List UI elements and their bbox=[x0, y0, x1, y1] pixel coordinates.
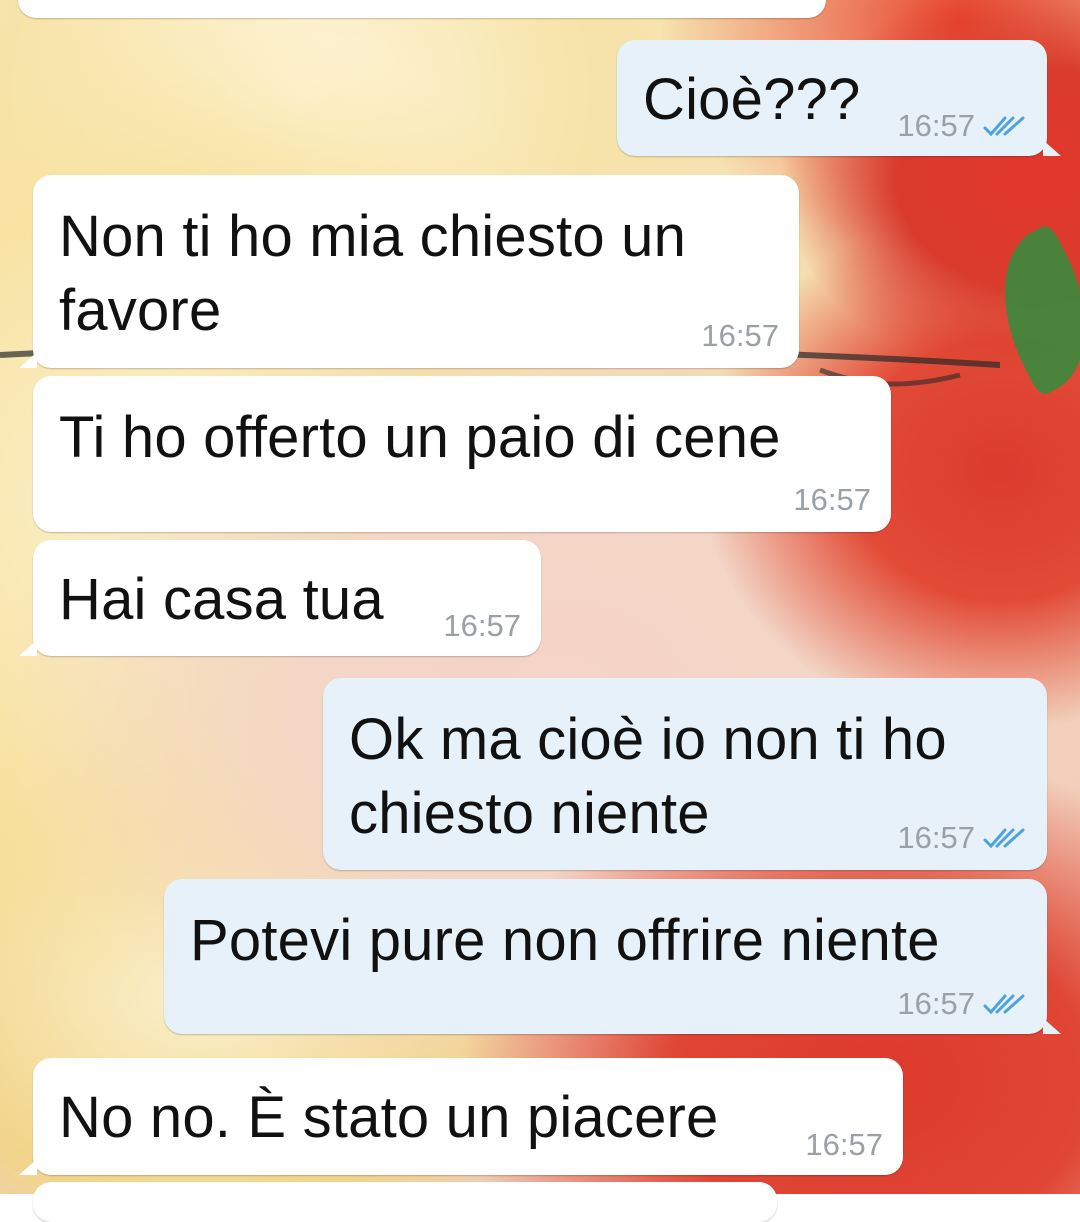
message-meta: 16:57 bbox=[793, 482, 871, 518]
message-bubble-outgoing[interactable]: Potevi pure non offrire niente 16:57 bbox=[164, 879, 1061, 1034]
message-time: 16:57 bbox=[701, 318, 779, 353]
message-meta: 16:57 bbox=[443, 608, 521, 644]
message-meta: 16:57 bbox=[897, 108, 1027, 144]
message-text-line-2: favore bbox=[59, 278, 222, 343]
message-meta: 16:57 bbox=[897, 986, 1027, 1022]
conversation[interactable]: Cioè??? 16:57 Non ti ho mia chiesto un f… bbox=[0, 0, 1080, 1222]
message-time: 16:57 bbox=[897, 108, 975, 143]
message-bubble-incoming[interactable]: Hai casa tua 16:57 bbox=[19, 540, 541, 656]
message-text: No no. È stato un piacere bbox=[59, 1085, 719, 1150]
bubble-tail bbox=[1043, 1018, 1061, 1034]
message-time: 16:57 bbox=[805, 1127, 883, 1162]
bubble-tail bbox=[19, 1159, 37, 1175]
message-time: 16:57 bbox=[897, 986, 975, 1021]
message-time: 16:57 bbox=[793, 482, 871, 517]
double-check-icon bbox=[983, 994, 1025, 1015]
message-bubble-partial-bottom[interactable] bbox=[33, 1182, 777, 1222]
message-bubble-incoming[interactable]: Ti ho offerto un paio di cene 16:57 bbox=[33, 376, 891, 532]
double-check-icon bbox=[983, 116, 1025, 137]
message-text: Hai casa tua bbox=[59, 567, 384, 632]
message-bubble-outgoing[interactable]: Ok ma cioè io non ti ho chiesto niente 1… bbox=[323, 678, 1047, 870]
message-time: 16:57 bbox=[443, 608, 521, 643]
bubble-tail bbox=[1043, 140, 1061, 156]
message-bubble-incoming[interactable]: Non ti ho mia chiesto un favore 16:57 bbox=[19, 175, 799, 368]
message-text: Potevi pure non offrire niente bbox=[190, 908, 940, 973]
message-text: Cioè??? bbox=[643, 67, 861, 132]
bubble-tail bbox=[19, 640, 37, 656]
message-text-line-2: chiesto niente bbox=[349, 781, 710, 846]
message-text-line-1: Ok ma cioè io non ti ho bbox=[349, 707, 947, 772]
message-meta: 16:57 bbox=[897, 820, 1027, 856]
message-bubble-incoming[interactable]: No no. È stato un piacere 16:57 bbox=[19, 1058, 903, 1175]
message-text: Ti ho offerto un paio di cene bbox=[59, 405, 781, 470]
message-text-line-1: Non ti ho mia chiesto un bbox=[59, 204, 687, 269]
message-meta: 16:57 bbox=[701, 318, 779, 354]
message-time: 16:57 bbox=[897, 820, 975, 855]
double-check-icon bbox=[983, 828, 1025, 849]
bubble-tail bbox=[19, 352, 37, 368]
message-bubble-outgoing[interactable]: Cioè??? 16:57 bbox=[617, 40, 1061, 156]
message-meta: 16:57 bbox=[805, 1127, 883, 1163]
message-bubble-partial-top[interactable] bbox=[18, 0, 826, 18]
